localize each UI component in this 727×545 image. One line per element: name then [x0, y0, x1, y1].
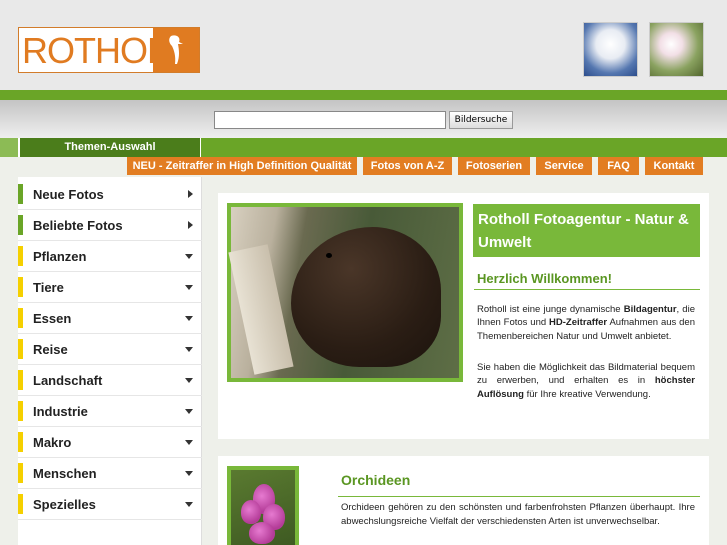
sidebar-item-label: Essen	[33, 311, 72, 326]
sidebar-item-label: Industrie	[33, 404, 88, 419]
themen-row: Themen-Auswahl	[0, 138, 727, 157]
chevron-right-icon	[188, 221, 193, 229]
sidebar-item-spezielles[interactable]: Spezielles	[18, 489, 202, 520]
orchid-title[interactable]: Orchideen	[341, 472, 410, 488]
sidebar-item-label: Landschaft	[33, 373, 103, 388]
rotholl-logo[interactable]: ROTHOLL	[18, 27, 200, 73]
sidebar-item-reise[interactable]: Reise	[18, 334, 202, 365]
site-header: ROTHOLL	[0, 0, 727, 90]
sidebar-marker	[18, 308, 23, 328]
orchid-panel: Orchideen Orchideen gehören zu den schön…	[218, 456, 709, 545]
sidebar-item-pflanzen[interactable]: Pflanzen	[18, 241, 202, 272]
main-nav: NEU - Zeitraffer in High Definition Qual…	[0, 157, 727, 177]
sidebar-item-label: Pflanzen	[33, 249, 87, 264]
divider	[474, 289, 700, 290]
beaver-eye-shape	[326, 253, 332, 258]
header-divider	[0, 90, 727, 100]
snowy-tree-image[interactable]	[583, 22, 638, 77]
sidebar-item-label: Reise	[33, 342, 68, 357]
nav-fotoserien[interactable]: Fotoserien	[458, 157, 530, 175]
sidebar-marker	[18, 339, 23, 359]
sidebar-item-essen[interactable]: Essen	[18, 303, 202, 334]
sidebar-marker	[18, 370, 23, 390]
nav-fotos-a-z[interactable]: Fotos von A-Z	[363, 157, 452, 175]
beaver-body-shape	[291, 227, 441, 367]
sidebar-marker	[18, 246, 23, 266]
sidebar-marker	[18, 432, 23, 452]
sidebar-item-label: Neue Fotos	[33, 187, 104, 202]
tree-trunk-shape	[228, 244, 294, 375]
chevron-down-icon	[185, 347, 193, 352]
petal-shape	[241, 500, 261, 524]
search-bar: Bildersuche	[0, 100, 727, 138]
intro-panel: Rotholl Fotoagentur - Natur & Umwelt Her…	[218, 193, 709, 439]
chevron-down-icon	[185, 316, 193, 321]
sidebar-item-tiere[interactable]: Tiere	[18, 272, 202, 303]
sidebar-item-landschaft[interactable]: Landschaft	[18, 365, 202, 396]
sidebar-item-label: Tiere	[33, 280, 64, 295]
sidebar-marker	[18, 215, 23, 235]
sidebar-item-label: Menschen	[33, 466, 97, 481]
chevron-down-icon	[185, 471, 193, 476]
orchid-photo	[231, 470, 295, 545]
sidebar-item-beliebte-fotos[interactable]: Beliebte Fotos	[18, 210, 202, 241]
sidebar-marker	[18, 184, 23, 204]
chevron-down-icon	[185, 440, 193, 445]
category-sidebar: Neue Fotos Beliebte Fotos Pflanzen Tiere…	[18, 177, 202, 545]
orchid-description: Orchideen gehören zu den schönsten und f…	[341, 502, 695, 527]
text-span: für Ihre kreative Verwendung.	[523, 388, 651, 400]
nav-service[interactable]: Service	[536, 157, 592, 175]
chevron-right-icon	[188, 190, 193, 198]
chevron-down-icon	[185, 378, 193, 383]
intro-paragraph-1: Rotholl ist eine junge dynamische Bildag…	[477, 303, 695, 343]
divider	[338, 496, 700, 497]
bold-text: HD-Zeitraffer	[549, 317, 608, 329]
sidebar-item-menschen[interactable]: Menschen	[18, 458, 202, 489]
sidebar-marker	[18, 277, 23, 297]
chevron-down-icon	[185, 409, 193, 414]
search-input[interactable]	[214, 111, 446, 129]
sidebar-item-makro[interactable]: Makro	[18, 427, 202, 458]
themen-auswahl-tab[interactable]: Themen-Auswahl	[19, 138, 201, 157]
nav-kontakt[interactable]: Kontakt	[645, 157, 703, 175]
sidebar-marker	[18, 463, 23, 483]
beaver-photo-frame[interactable]	[227, 203, 463, 382]
beaver-photo	[228, 207, 459, 378]
sidebar-item-industrie[interactable]: Industrie	[18, 396, 202, 427]
petal-shape	[249, 522, 275, 544]
sidebar-item-label: Spezielles	[33, 497, 96, 512]
themen-row-spacer	[0, 138, 19, 157]
bird-logo-icon	[153, 28, 199, 72]
sidebar-item-label: Makro	[33, 435, 72, 450]
chevron-down-icon	[185, 254, 193, 259]
sidebar-item-label: Beliebte Fotos	[33, 218, 123, 233]
sidebar-marker	[18, 401, 23, 421]
nav-faq[interactable]: FAQ	[598, 157, 639, 175]
text-span: Rotholl ist eine junge dynamische	[477, 304, 624, 315]
intro-paragraph-2: Sie haben die Möglichkeit das Bildmateri…	[477, 361, 695, 401]
orchid-photo-frame[interactable]	[227, 466, 299, 545]
sidebar-item-neue-fotos[interactable]: Neue Fotos	[18, 179, 202, 210]
nav-zeitraffer[interactable]: NEU - Zeitraffer in High Definition Qual…	[127, 157, 357, 175]
welcome-heading: Herzlich Willkommen!	[477, 271, 612, 286]
chevron-down-icon	[185, 285, 193, 290]
bold-text: Bildagentur	[623, 304, 677, 315]
apple-blossom-image[interactable]	[649, 22, 704, 77]
chevron-down-icon	[185, 502, 193, 507]
sidebar-marker	[18, 494, 23, 514]
search-button[interactable]: Bildersuche	[449, 111, 513, 129]
intro-title: Rotholl Fotoagentur - Natur & Umwelt	[473, 204, 700, 257]
